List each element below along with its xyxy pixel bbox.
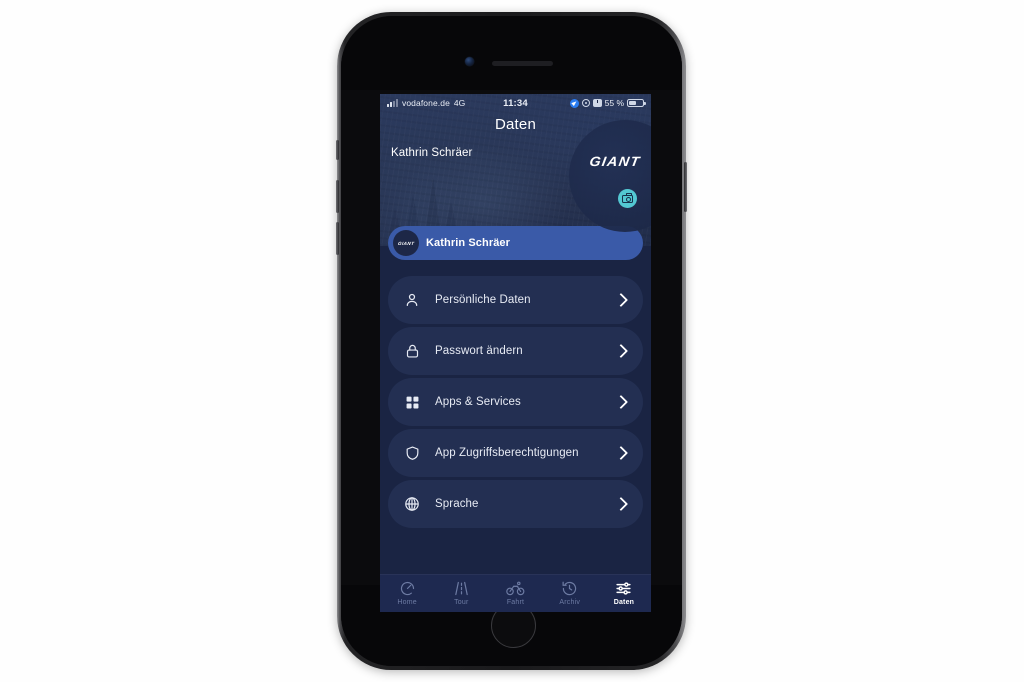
menu-item-apps-services[interactable]: Apps & Services [388, 378, 643, 426]
tab-tour[interactable]: Tour [434, 579, 488, 606]
chevron-right-icon [613, 343, 629, 359]
change-photo-button[interactable] [618, 189, 637, 208]
globe-icon [402, 494, 422, 514]
hero-user-name: Kathrin Schräer [391, 147, 473, 159]
menu-item-personal-data[interactable]: Persönliche Daten [388, 276, 643, 324]
tab-label: Tour [454, 599, 469, 606]
status-bar-right: 55 % [528, 98, 646, 108]
lock-icon [402, 341, 422, 361]
volume-up-button[interactable] [336, 180, 339, 213]
chevron-right-icon [613, 292, 629, 308]
person-icon [402, 290, 422, 310]
settings-list: GIANT Kathrin Schräer Persönliche Daten [380, 226, 651, 574]
sliders-icon [615, 579, 632, 598]
road-icon [453, 579, 470, 598]
status-bar-left: vodafone.de 4G [387, 98, 503, 108]
tab-label: Fahrt [506, 599, 525, 606]
silent-switch[interactable] [336, 140, 339, 160]
menu-item-label: Sprache [435, 498, 479, 510]
avatar: GIANT [393, 230, 419, 256]
battery-percent: 55 % [604, 98, 624, 108]
bicycle-icon [506, 579, 525, 598]
grid-apps-icon [402, 392, 422, 412]
tab-ride[interactable]: Fahrt [488, 579, 542, 606]
menu-item-label: Apps & Services [435, 396, 521, 408]
rotation-lock-icon [581, 98, 591, 108]
shield-icon [402, 443, 422, 463]
menu-item-app-permissions[interactable]: App Zugriffsberechtigungen [388, 429, 643, 477]
history-clock-icon [561, 579, 578, 598]
top-bezel [341, 16, 682, 90]
camera-icon [622, 193, 633, 203]
status-bar-clock: 11:34 [503, 97, 528, 109]
menu-item-change-password[interactable]: Passwort ändern [388, 327, 643, 375]
menu-item-label: Persönliche Daten [435, 294, 531, 306]
tab-data[interactable]: Daten [597, 579, 651, 606]
signal-bars-icon [387, 99, 398, 107]
power-button[interactable] [684, 162, 687, 212]
screenshot-canvas: GIANT vodafone.de 4G 11:34 55 % Daten Ka… [0, 0, 1024, 682]
tab-archive[interactable]: Archiv [543, 579, 597, 606]
tab-label: Daten [613, 599, 635, 606]
menu-item-label: Passwort ändern [435, 345, 523, 357]
avatar-logo: GIANT [397, 240, 415, 246]
carrier-name: vodafone.de [402, 98, 450, 108]
alarm-clock-icon [593, 98, 602, 108]
tab-label: Archiv [559, 599, 581, 606]
menu-item-label: App Zugriffsberechtigungen [435, 447, 579, 459]
giant-logo: GIANT [588, 154, 642, 169]
menu-item-language[interactable]: Sprache [388, 480, 643, 528]
profile-row-label: Kathrin Schräer [426, 237, 511, 249]
phone-device: GIANT vodafone.de 4G 11:34 55 % Daten Ka… [336, 12, 687, 670]
front-camera-icon [465, 57, 474, 66]
chevron-right-icon [613, 496, 629, 512]
status-bar: vodafone.de 4G 11:34 55 % [380, 94, 651, 112]
profile-row[interactable]: GIANT Kathrin Schräer [388, 226, 643, 260]
tab-bar: Home Tour Fahrt Archiv Daten [380, 574, 651, 612]
chevron-right-icon [613, 394, 629, 410]
tab-home[interactable]: Home [380, 579, 434, 606]
phone-body: GIANT vodafone.de 4G 11:34 55 % Daten Ka… [341, 16, 682, 666]
location-arrow-icon [569, 98, 579, 108]
chevron-right-icon [613, 445, 629, 461]
volume-down-button[interactable] [336, 222, 339, 255]
network-type: 4G [453, 98, 466, 108]
tab-label: Home [397, 599, 417, 606]
app-screen: GIANT vodafone.de 4G 11:34 55 % Daten Ka… [380, 94, 651, 612]
battery-icon [627, 98, 646, 108]
earpiece-speaker [492, 61, 553, 66]
speedometer-icon [399, 579, 416, 598]
page-title: Daten [494, 116, 537, 133]
